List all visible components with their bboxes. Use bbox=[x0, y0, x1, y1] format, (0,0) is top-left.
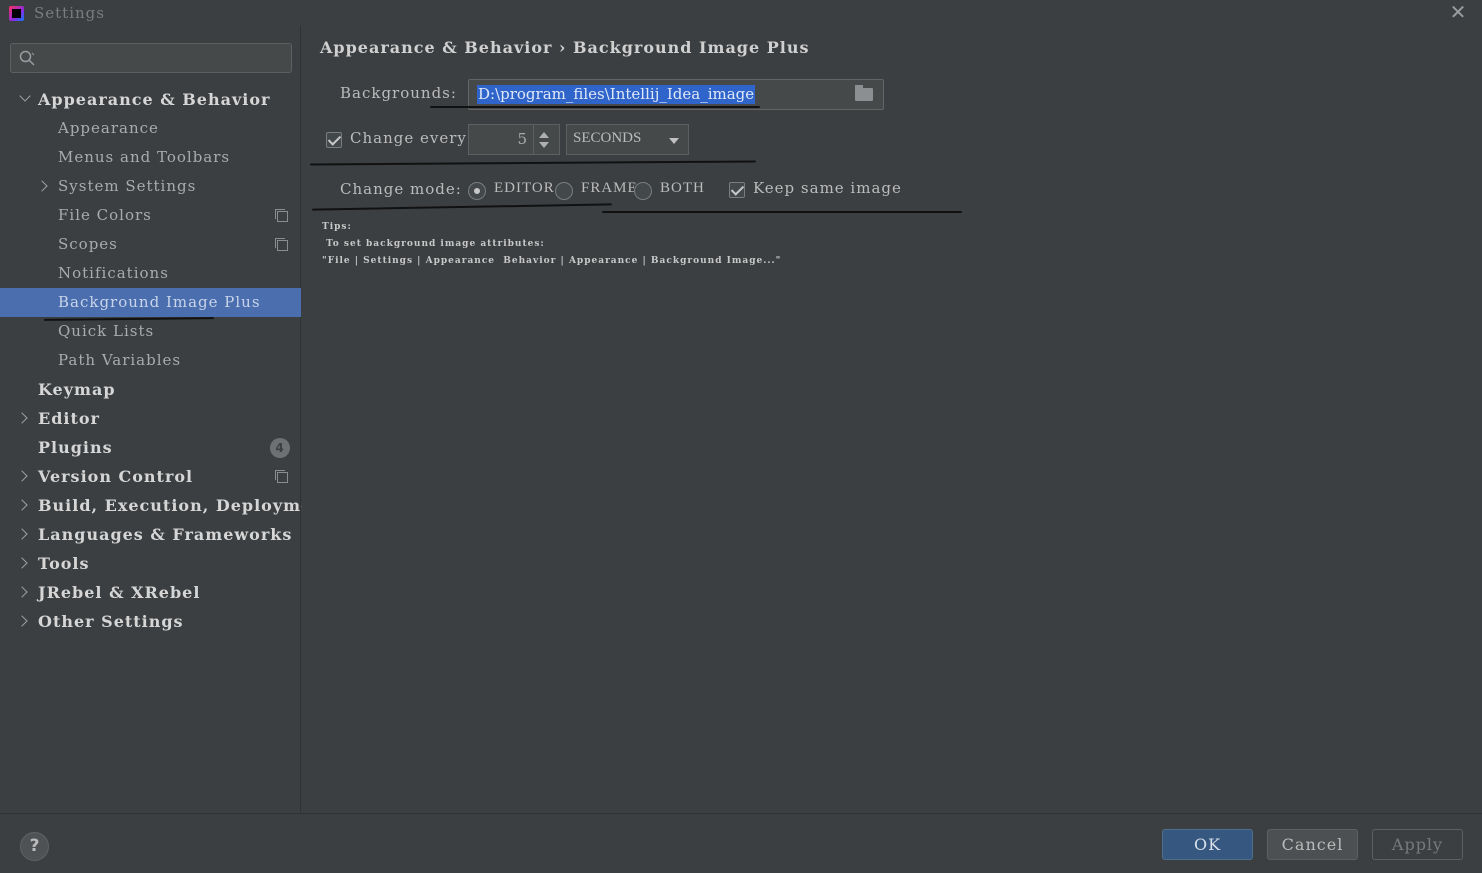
sidebar-item-appearance[interactable]: Appearance bbox=[0, 114, 301, 143]
sidebar-item-other-settings[interactable]: Other Settings bbox=[0, 607, 301, 636]
project-scope-icon bbox=[275, 470, 288, 483]
change-every-value: 5 bbox=[517, 130, 527, 148]
sidebar-item-jrebel-xrebel[interactable]: JRebel & XRebel bbox=[0, 578, 301, 607]
window-title: Settings bbox=[34, 4, 105, 22]
chevron-down-icon bbox=[19, 90, 31, 102]
sidebar-item-label: Other Settings bbox=[38, 612, 184, 631]
mode-frame-radio[interactable] bbox=[555, 182, 573, 200]
ink-underline bbox=[430, 106, 760, 108]
search-icon bbox=[19, 50, 35, 66]
breadcrumb: Appearance & Behavior › Background Image… bbox=[320, 38, 810, 57]
intellij-app-icon bbox=[9, 6, 24, 21]
change-every-spinner[interactable]: 5 bbox=[468, 124, 560, 155]
backgrounds-label: Backgrounds: bbox=[340, 84, 457, 102]
change-every-checkbox[interactable] bbox=[326, 132, 342, 148]
dialog-footer: ? OK Cancel Apply bbox=[0, 813, 1482, 873]
chevron-right-icon bbox=[16, 499, 28, 511]
mode-editor-radio[interactable] bbox=[468, 182, 486, 200]
chevron-right-icon bbox=[16, 586, 28, 598]
chevron-down-icon bbox=[669, 138, 679, 144]
sidebar-item-label: Tools bbox=[38, 554, 90, 573]
sidebar-item-label: Version Control bbox=[38, 467, 194, 486]
sidebar-item-notifications[interactable]: Notifications bbox=[0, 259, 301, 288]
mode-both-label: BOTH bbox=[660, 180, 705, 196]
sidebar-item-languages-frameworks[interactable]: Languages & Frameworks bbox=[0, 520, 301, 549]
sidebar-item-label: File Colors bbox=[58, 206, 152, 224]
help-button[interactable]: ? bbox=[20, 832, 49, 861]
title-bar: Settings ✕ bbox=[0, 0, 1482, 26]
sidebar-item-tools[interactable]: Tools bbox=[0, 549, 301, 578]
ink-underline bbox=[309, 160, 757, 166]
spin-up-icon[interactable] bbox=[539, 132, 549, 138]
settings-content: Appearance & Behavior › Background Image… bbox=[302, 26, 1482, 813]
sidebar-item-label: Languages & Frameworks bbox=[38, 525, 293, 544]
close-icon[interactable]: ✕ bbox=[1448, 2, 1468, 22]
cancel-button[interactable]: Cancel bbox=[1267, 829, 1358, 860]
ok-button[interactable]: OK bbox=[1162, 829, 1253, 860]
chevron-right-icon bbox=[16, 557, 28, 569]
sidebar-item-system-settings[interactable]: System Settings bbox=[0, 172, 301, 201]
sidebar-item-quick-lists[interactable]: Quick Lists bbox=[0, 317, 301, 346]
chevron-right-icon bbox=[36, 180, 48, 192]
chevron-right-icon bbox=[16, 470, 28, 482]
sidebar-item-label: Scopes bbox=[58, 235, 118, 253]
sidebar-item-label: Editor bbox=[38, 409, 100, 428]
sidebar-item-label: Appearance & Behavior bbox=[38, 90, 271, 109]
time-unit-value: SECONDS bbox=[573, 130, 642, 146]
sidebar-item-version-control[interactable]: Version Control bbox=[0, 462, 301, 491]
sidebar-item-label: Build, Execution, Deployment bbox=[38, 496, 334, 515]
tips-text: Tips: To set background image attributes… bbox=[322, 222, 782, 266]
sidebar-item-appearance-behavior[interactable]: Appearance & Behavior bbox=[0, 85, 301, 114]
chevron-right-icon bbox=[16, 528, 28, 540]
apply-button[interactable]: Apply bbox=[1372, 829, 1463, 860]
keep-same-image-checkbox[interactable] bbox=[729, 182, 745, 198]
sidebar-item-label: Plugins bbox=[38, 438, 113, 457]
mode-both-radio[interactable] bbox=[634, 182, 652, 200]
sidebar-item-scopes[interactable]: Scopes bbox=[0, 230, 301, 259]
spin-down-icon[interactable] bbox=[539, 142, 549, 148]
sidebar-item-label: Quick Lists bbox=[58, 322, 155, 340]
sidebar-item-label: Keymap bbox=[38, 380, 116, 399]
project-scope-icon bbox=[275, 209, 288, 222]
sidebar-item-label: Path Variables bbox=[58, 351, 182, 369]
sidebar-item-build-execution-deployment[interactable]: Build, Execution, Deployment bbox=[0, 491, 332, 520]
sidebar-item-label: Background Image Plus bbox=[58, 293, 261, 311]
chevron-right-icon bbox=[16, 615, 28, 627]
backgrounds-path-value: D:\program_files\Intellij_Idea_image bbox=[477, 85, 756, 104]
sidebar-item-label: System Settings bbox=[58, 177, 197, 195]
ink-underline bbox=[312, 203, 612, 211]
sidebar-item-menus-toolbars[interactable]: Menus and Toolbars bbox=[0, 143, 301, 172]
sidebar-item-label: JRebel & XRebel bbox=[38, 583, 201, 602]
sidebar-item-editor[interactable]: Editor bbox=[0, 404, 301, 433]
chevron-right-icon bbox=[16, 412, 28, 424]
time-unit-select[interactable]: SECONDS bbox=[566, 124, 689, 155]
change-every-label: Change every: bbox=[350, 129, 473, 147]
settings-sidebar: Appearance & Behavior Appearance Menus a… bbox=[0, 26, 332, 813]
search-input[interactable] bbox=[10, 43, 292, 73]
plugins-update-badge: 4 bbox=[270, 438, 290, 458]
sidebar-item-file-colors[interactable]: File Colors bbox=[0, 201, 301, 230]
sidebar-item-label: Notifications bbox=[58, 264, 169, 282]
folder-icon[interactable] bbox=[855, 85, 873, 101]
keep-same-image-label: Keep same image bbox=[753, 179, 902, 197]
sidebar-item-path-variables[interactable]: Path Variables bbox=[0, 346, 301, 375]
change-mode-label: Change mode: bbox=[340, 180, 462, 198]
ink-underline bbox=[602, 211, 962, 213]
mode-editor-label: EDITOR bbox=[494, 180, 555, 196]
sidebar-item-label: Menus and Toolbars bbox=[58, 148, 231, 166]
sidebar-item-label: Appearance bbox=[58, 119, 159, 137]
sidebar-item-plugins[interactable]: Plugins 4 bbox=[0, 433, 301, 462]
sidebar-item-keymap[interactable]: Keymap bbox=[0, 375, 301, 404]
sidebar-item-background-image-plus[interactable]: Background Image Plus bbox=[0, 288, 301, 317]
project-scope-icon bbox=[275, 238, 288, 251]
mode-frame-label: FRAME bbox=[581, 180, 638, 196]
